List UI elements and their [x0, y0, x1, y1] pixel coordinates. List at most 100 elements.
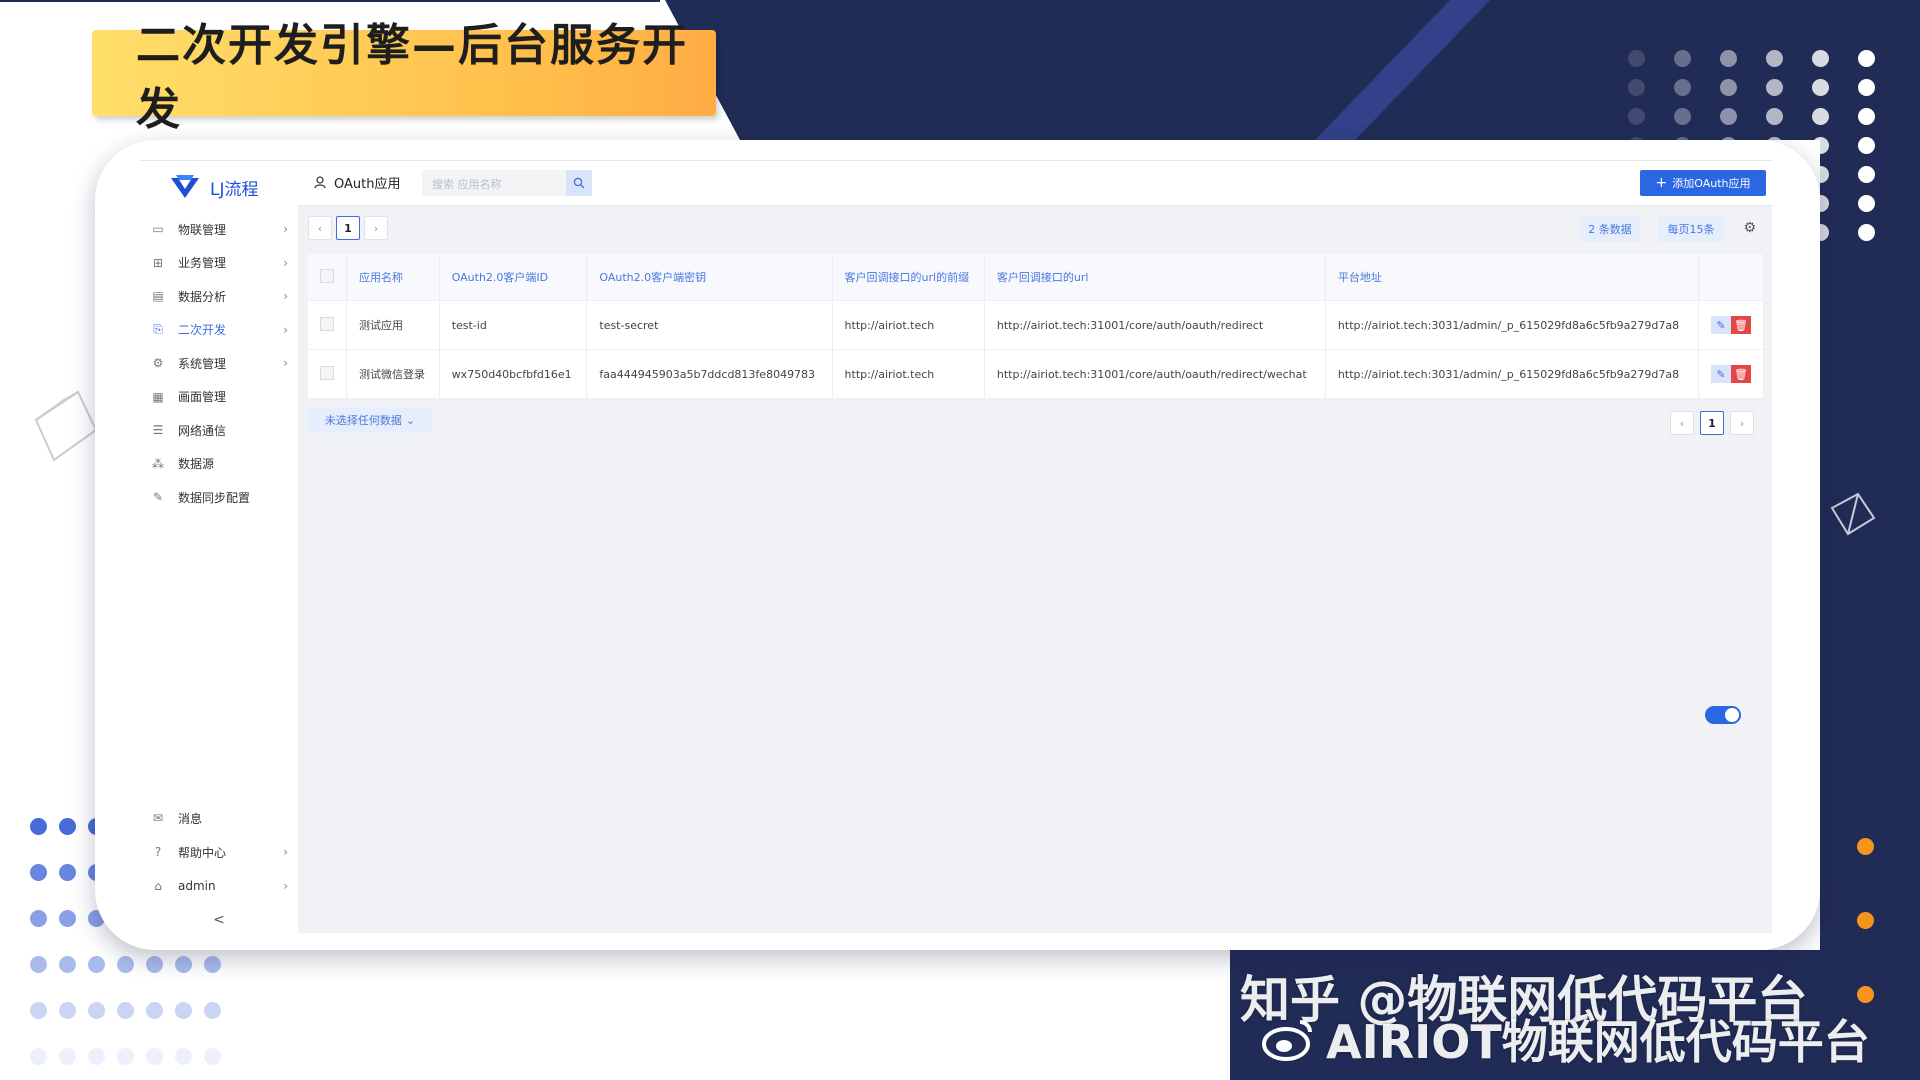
sidebar-item[interactable]: ▤ 数据分析 › — [140, 279, 298, 313]
sidebar-item[interactable]: ? 帮助中心 › — [140, 835, 298, 869]
sidebar-item[interactable]: ⎘ 二次开发 › — [140, 313, 298, 347]
decorative-dot — [1720, 50, 1737, 67]
edit-icon[interactable]: ✎ — [1711, 316, 1731, 334]
selection-status: 未选择任何数据 — [324, 414, 402, 427]
sidebar-item[interactable]: ▭ 物联管理 › — [140, 212, 298, 246]
cell-callback-url: http://airiot.tech:31001/core/auth/oauth… — [984, 300, 1326, 350]
page-title: OAuth应用 — [314, 173, 400, 192]
user-lock-icon: ⌂ — [154, 879, 162, 893]
decorative-dot — [1858, 166, 1875, 183]
weibo-logo-icon — [1262, 1020, 1312, 1061]
add-oauth-app-button[interactable]: + 添加OAuth应用 — [1640, 170, 1766, 196]
prev-page-button[interactable]: ‹ — [308, 216, 332, 240]
decorative-dot — [59, 1048, 76, 1065]
column-header[interactable]: 平台地址 — [1325, 254, 1700, 301]
sidebar-item[interactable]: ⚙ 系统管理 › — [140, 346, 298, 380]
search-box[interactable]: 搜索 应用名称 — [422, 170, 592, 196]
sidebar-item-label: 数据源 — [178, 457, 215, 471]
sidebar-item[interactable]: ⌂ admin › — [140, 869, 298, 903]
app-logo[interactable]: LJ流程 — [168, 171, 259, 203]
row-checkbox[interactable] — [320, 365, 334, 380]
theme-toggle[interactable] — [1705, 706, 1741, 724]
decorative-dot — [1858, 79, 1875, 96]
sidebar-item[interactable]: ▦ 画面管理 — [140, 380, 298, 414]
weibo-watermark: AIRIOT物联网低代码平台 — [1262, 1006, 1870, 1072]
decorative-dot — [1857, 986, 1874, 1003]
add-button-label: 添加OAuth应用 — [1672, 177, 1751, 190]
table-row[interactable]: 测试应用 test-id test-secret http://airiot.t… — [308, 300, 1764, 350]
decorative-dot — [59, 956, 76, 973]
decorative-dot — [30, 864, 47, 881]
decorative-dot — [1674, 108, 1691, 125]
edit-icon[interactable]: ✎ — [1711, 365, 1731, 383]
delete-icon[interactable]: 🗑 — [1731, 365, 1751, 383]
app-window: LJ流程 ▭ 物联管理 › ⊞ 业务管理 › ▤ 数据分析 › ⎘ 二次开发 › ⚙ 系统管理 › ▦ 画面管理… — [140, 160, 1772, 933]
sidebar-item-label: 业务管理 — [178, 256, 227, 270]
decorative-dot — [1812, 137, 1829, 154]
column-header[interactable]: 应用名称 — [346, 254, 440, 301]
decorative-dot — [175, 1002, 192, 1019]
column-header[interactable]: OAuth2.0客户端密钥 — [586, 254, 833, 301]
row-actions: ✎ 🗑 — [1698, 300, 1764, 350]
decorative-dot — [88, 1048, 105, 1065]
sidebar-collapse-button[interactable]: < — [140, 903, 298, 933]
chevron-right-icon: › — [283, 322, 288, 337]
delete-icon[interactable]: 🗑 — [1731, 316, 1751, 334]
record-count-badge: 2 条数据 — [1580, 216, 1640, 242]
row-select-cell[interactable] — [308, 349, 347, 399]
select-all-cell[interactable] — [308, 254, 347, 301]
row-checkbox[interactable] — [320, 316, 334, 331]
decorative-dot — [30, 818, 47, 835]
gear-icon[interactable]: ⚙ — [1743, 220, 1756, 236]
sidebar-item-label: 系统管理 — [178, 356, 227, 371]
page-title-text: OAuth应用 — [334, 177, 401, 192]
decorative-dot — [204, 1002, 221, 1019]
decorative-dot — [175, 1048, 192, 1065]
sidebar-item[interactable]: ✎ 数据同步配置 — [140, 480, 298, 514]
decorative-dot — [1674, 50, 1691, 67]
search-input[interactable]: 搜索 应用名称 — [432, 176, 502, 192]
cube-outline-left — [34, 390, 98, 462]
cell-client-id: test-id — [439, 300, 588, 350]
chevron-right-icon: › — [373, 221, 379, 235]
toggle-knob — [1725, 708, 1739, 722]
sidebar-item[interactable]: ✉ 消息 — [140, 801, 298, 835]
next-page-button[interactable]: › — [364, 216, 388, 240]
app-name: LJ流程 — [210, 179, 259, 200]
next-page-button-bottom[interactable]: › — [1730, 411, 1754, 435]
grid-icon: ⊞ — [152, 255, 164, 270]
decorative-dot — [1857, 838, 1874, 855]
current-page[interactable]: 1 — [336, 216, 360, 240]
page-size-select[interactable]: 每页15条 — [1658, 216, 1724, 242]
logo-icon — [171, 175, 199, 198]
column-header[interactable]: 客户回调接口的url的前缀 — [832, 254, 985, 301]
cell-callback-url: http://airiot.tech:31001/core/auth/oauth… — [984, 349, 1326, 399]
monitor-icon: ▭ — [152, 222, 164, 236]
selection-dropdown[interactable]: 未选择任何数据 ⌄ — [308, 407, 432, 433]
decorative-dot — [1766, 108, 1783, 125]
prev-page-button-bottom[interactable]: ‹ — [1670, 411, 1694, 435]
sidebar-item[interactable]: ⁂ 数据源 — [140, 447, 298, 481]
code-edit-icon: ⎘ — [153, 322, 163, 336]
column-header[interactable]: OAuth2.0客户端ID — [439, 254, 588, 301]
cell-callback-prefix: http://airiot.tech — [832, 300, 985, 350]
sidebar-item-label: 网络通信 — [178, 423, 227, 438]
decorative-dot — [1628, 108, 1645, 125]
chevron-right-icon: › — [283, 356, 288, 370]
select-all-checkbox[interactable] — [320, 268, 334, 283]
column-header[interactable]: 客户回调接口的url — [984, 254, 1326, 301]
chevron-left-icon: ‹ — [1679, 416, 1685, 430]
chevron-left-icon: ‹ — [317, 221, 323, 235]
search-button[interactable] — [566, 170, 592, 196]
slide-title: 二次开发引擎—后台服务开发 — [92, 20, 716, 135]
current-page-bottom[interactable]: 1 — [1700, 411, 1724, 435]
sidebar-item[interactable]: ☰ 网络通信 — [140, 413, 298, 447]
row-select-cell[interactable] — [308, 300, 347, 350]
decorative-dot — [1720, 108, 1737, 125]
decorative-dot — [117, 956, 134, 973]
cell-platform-url: http://airiot.tech:3031/admin/_p_615029f… — [1325, 349, 1700, 399]
decorative-dot — [1766, 50, 1783, 67]
table-row[interactable]: 测试微信登录 wx750d40bcfbfd16e1 faa444945903a5… — [308, 349, 1764, 399]
sidebar-item[interactable]: ⊞ 业务管理 › — [140, 246, 298, 280]
sidebar-item-label: 二次开发 — [178, 323, 227, 337]
